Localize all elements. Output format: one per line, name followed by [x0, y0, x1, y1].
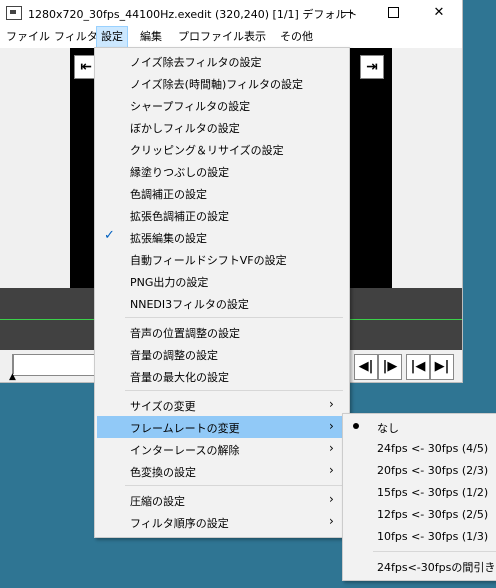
window-title: 1280x720_30fps_44100Hz.exedit (320,240) …: [28, 8, 358, 21]
seek-slider[interactable]: [12, 354, 98, 376]
menu-item-label: PNG出力の設定: [130, 276, 209, 289]
slider-marker-icon: ▲: [9, 372, 16, 382]
menu-item-color-correction[interactable]: 色調補正の設定: [97, 182, 347, 204]
chevron-right-icon: ›: [329, 492, 334, 506]
menu-item-filter-order[interactable]: フィルタ順序の設定 ›: [97, 511, 347, 533]
submenu-item-label: 24fps <- 30fps (4/5): [377, 442, 489, 455]
prev-frame-button[interactable]: ◀|: [354, 354, 378, 380]
menu-item-nnedi3[interactable]: NNEDI3フィルタの設定: [97, 292, 347, 314]
menu-item-ext-color-correction[interactable]: 拡張色調補正の設定: [97, 204, 347, 226]
menu-item-audio-position[interactable]: 音声の位置調整の設定: [97, 321, 347, 343]
next-frame-button[interactable]: |▶: [378, 354, 402, 380]
menu-item-volume-adjust[interactable]: 音量の調整の設定: [97, 343, 347, 365]
frame-last-button[interactable]: ⇥: [360, 55, 384, 79]
menu-item-noise-temporal[interactable]: ノイズ除去(時間軸)フィルタの設定: [97, 72, 347, 94]
menu-filter[interactable]: フィルタ: [50, 26, 102, 48]
menu-item-label: 音量の調整の設定: [130, 349, 218, 362]
menu-profile[interactable]: プロファイル: [174, 26, 248, 48]
framerate-option-24fps[interactable]: 24fps <- 30fps (4/5): [345, 438, 495, 460]
chevron-right-icon: ›: [329, 463, 334, 477]
menu-item-png-output[interactable]: PNG出力の設定: [97, 270, 347, 292]
menu-item-ext-edit[interactable]: ✓ 拡張編集の設定: [97, 226, 347, 248]
submenu-item-label: 15fps <- 30fps (1/2): [377, 486, 489, 499]
menu-separator: [125, 390, 343, 391]
menu-item-label: 音声の位置調整の設定: [130, 327, 240, 340]
minimize-button[interactable]: —: [324, 0, 370, 26]
menu-item-sharpen[interactable]: シャープフィルタの設定: [97, 94, 347, 116]
jump-end-button[interactable]: ▶|: [430, 354, 454, 380]
seek-slider-thumb[interactable]: [12, 354, 14, 374]
submenu-separator: [373, 551, 496, 552]
menu-item-auto-field-shift[interactable]: 自動フィールドシフトVFの設定: [97, 248, 347, 270]
menu-item-deinterlace[interactable]: インターレースの解除 ›: [97, 438, 347, 460]
menu-separator: [125, 485, 343, 486]
framerate-option-12fps[interactable]: 12fps <- 30fps (2/5): [345, 504, 495, 526]
menu-item-label: サイズの変更: [130, 400, 196, 413]
menu-item-label: 拡張編集の設定: [130, 232, 207, 245]
chevron-right-icon: ›: [329, 397, 334, 411]
app-icon: [6, 6, 22, 20]
menu-item-label: 自動フィールドシフトVFの設定: [130, 254, 287, 267]
chevron-right-icon: ›: [329, 514, 334, 528]
menu-item-label: 拡張色調補正の設定: [130, 210, 229, 223]
framerate-option-20fps[interactable]: 20fps <- 30fps (2/3): [345, 460, 495, 482]
menu-item-label: インターレースの解除: [130, 444, 240, 457]
menu-view[interactable]: 表示: [240, 26, 270, 48]
chevron-right-icon: ›: [329, 419, 334, 433]
settings-dropdown-menu: ノイズ除去フィルタの設定 ノイズ除去(時間軸)フィルタの設定 シャープフィルタの…: [94, 47, 350, 538]
menu-item-label: フィルタ順序の設定: [130, 517, 229, 530]
menu-item-label: 圧縮の設定: [130, 495, 185, 508]
menu-item-border-fill[interactable]: 縁塗りつぶしの設定: [97, 160, 347, 182]
framerate-option-15fps[interactable]: 15fps <- 30fps (1/2): [345, 482, 495, 504]
framerate-option-none[interactable]: なし: [345, 416, 495, 438]
menu-item-framerate[interactable]: フレームレートの変更 ›: [97, 416, 347, 438]
menu-item-label: NNEDI3フィルタの設定: [130, 298, 249, 311]
menu-item-label: 色調補正の設定: [130, 188, 207, 201]
menu-item-label: 音量の最大化の設定: [130, 371, 229, 384]
radio-dot-icon: [353, 423, 359, 429]
menu-item-color-conversion[interactable]: 色変換の設定 ›: [97, 460, 347, 482]
menu-bar: ファイル フィルタ 設定 編集 プロファイル 表示 その他: [0, 26, 462, 49]
menu-settings[interactable]: 設定: [96, 26, 128, 48]
menu-item-label: ぼかしフィルタの設定: [130, 122, 240, 135]
jump-start-button[interactable]: |◀: [406, 354, 430, 380]
menu-item-label: シャープフィルタの設定: [130, 100, 251, 113]
menu-item-label: クリッピング＆リサイズの設定: [130, 144, 284, 157]
menu-item-label: ノイズ除去(時間軸)フィルタの設定: [130, 78, 304, 91]
framerate-option-24fps-decimation[interactable]: 24fps<-30fpsの間引きに: [345, 555, 496, 577]
menu-item-blur[interactable]: ぼかしフィルタの設定: [97, 116, 347, 138]
menu-item-volume-maximize[interactable]: 音量の最大化の設定: [97, 365, 347, 387]
submenu-item-label: なし: [377, 422, 399, 435]
framerate-submenu: なし 24fps <- 30fps (4/5) 20fps <- 30fps (…: [342, 413, 496, 581]
submenu-item-label: 20fps <- 30fps (2/3): [377, 464, 489, 477]
checkmark-icon: ✓: [104, 228, 115, 243]
close-button[interactable]: ✕: [416, 0, 462, 26]
menu-file[interactable]: ファイル: [2, 26, 54, 48]
menu-item-label: フレームレートの変更: [130, 422, 240, 435]
menu-item-resize[interactable]: サイズの変更 ›: [97, 394, 347, 416]
submenu-item-label: 12fps <- 30fps (2/5): [377, 508, 489, 521]
title-bar[interactable]: 1280x720_30fps_44100Hz.exedit (320,240) …: [0, 0, 462, 26]
menu-item-noise-filter[interactable]: ノイズ除去フィルタの設定: [97, 50, 347, 72]
menu-item-label: ノイズ除去フィルタの設定: [130, 56, 262, 69]
menu-item-compression[interactable]: 圧縮の設定 ›: [97, 489, 347, 511]
menu-item-clipping-resize[interactable]: クリッピング＆リサイズの設定: [97, 138, 347, 160]
chevron-right-icon: ›: [329, 441, 334, 455]
maximize-icon: [387, 7, 399, 18]
menu-item-label: 色変換の設定: [130, 466, 196, 479]
framerate-option-10fps[interactable]: 10fps <- 30fps (1/3): [345, 526, 495, 548]
submenu-item-label: 10fps <- 30fps (1/3): [377, 530, 489, 543]
menu-separator: [125, 317, 343, 318]
menu-edit[interactable]: 編集: [136, 26, 166, 48]
submenu-item-label: 24fps<-30fpsの間引きに: [377, 561, 496, 574]
menu-item-label: 縁塗りつぶしの設定: [130, 166, 230, 179]
menu-other[interactable]: その他: [276, 26, 317, 48]
maximize-button[interactable]: [370, 0, 416, 26]
